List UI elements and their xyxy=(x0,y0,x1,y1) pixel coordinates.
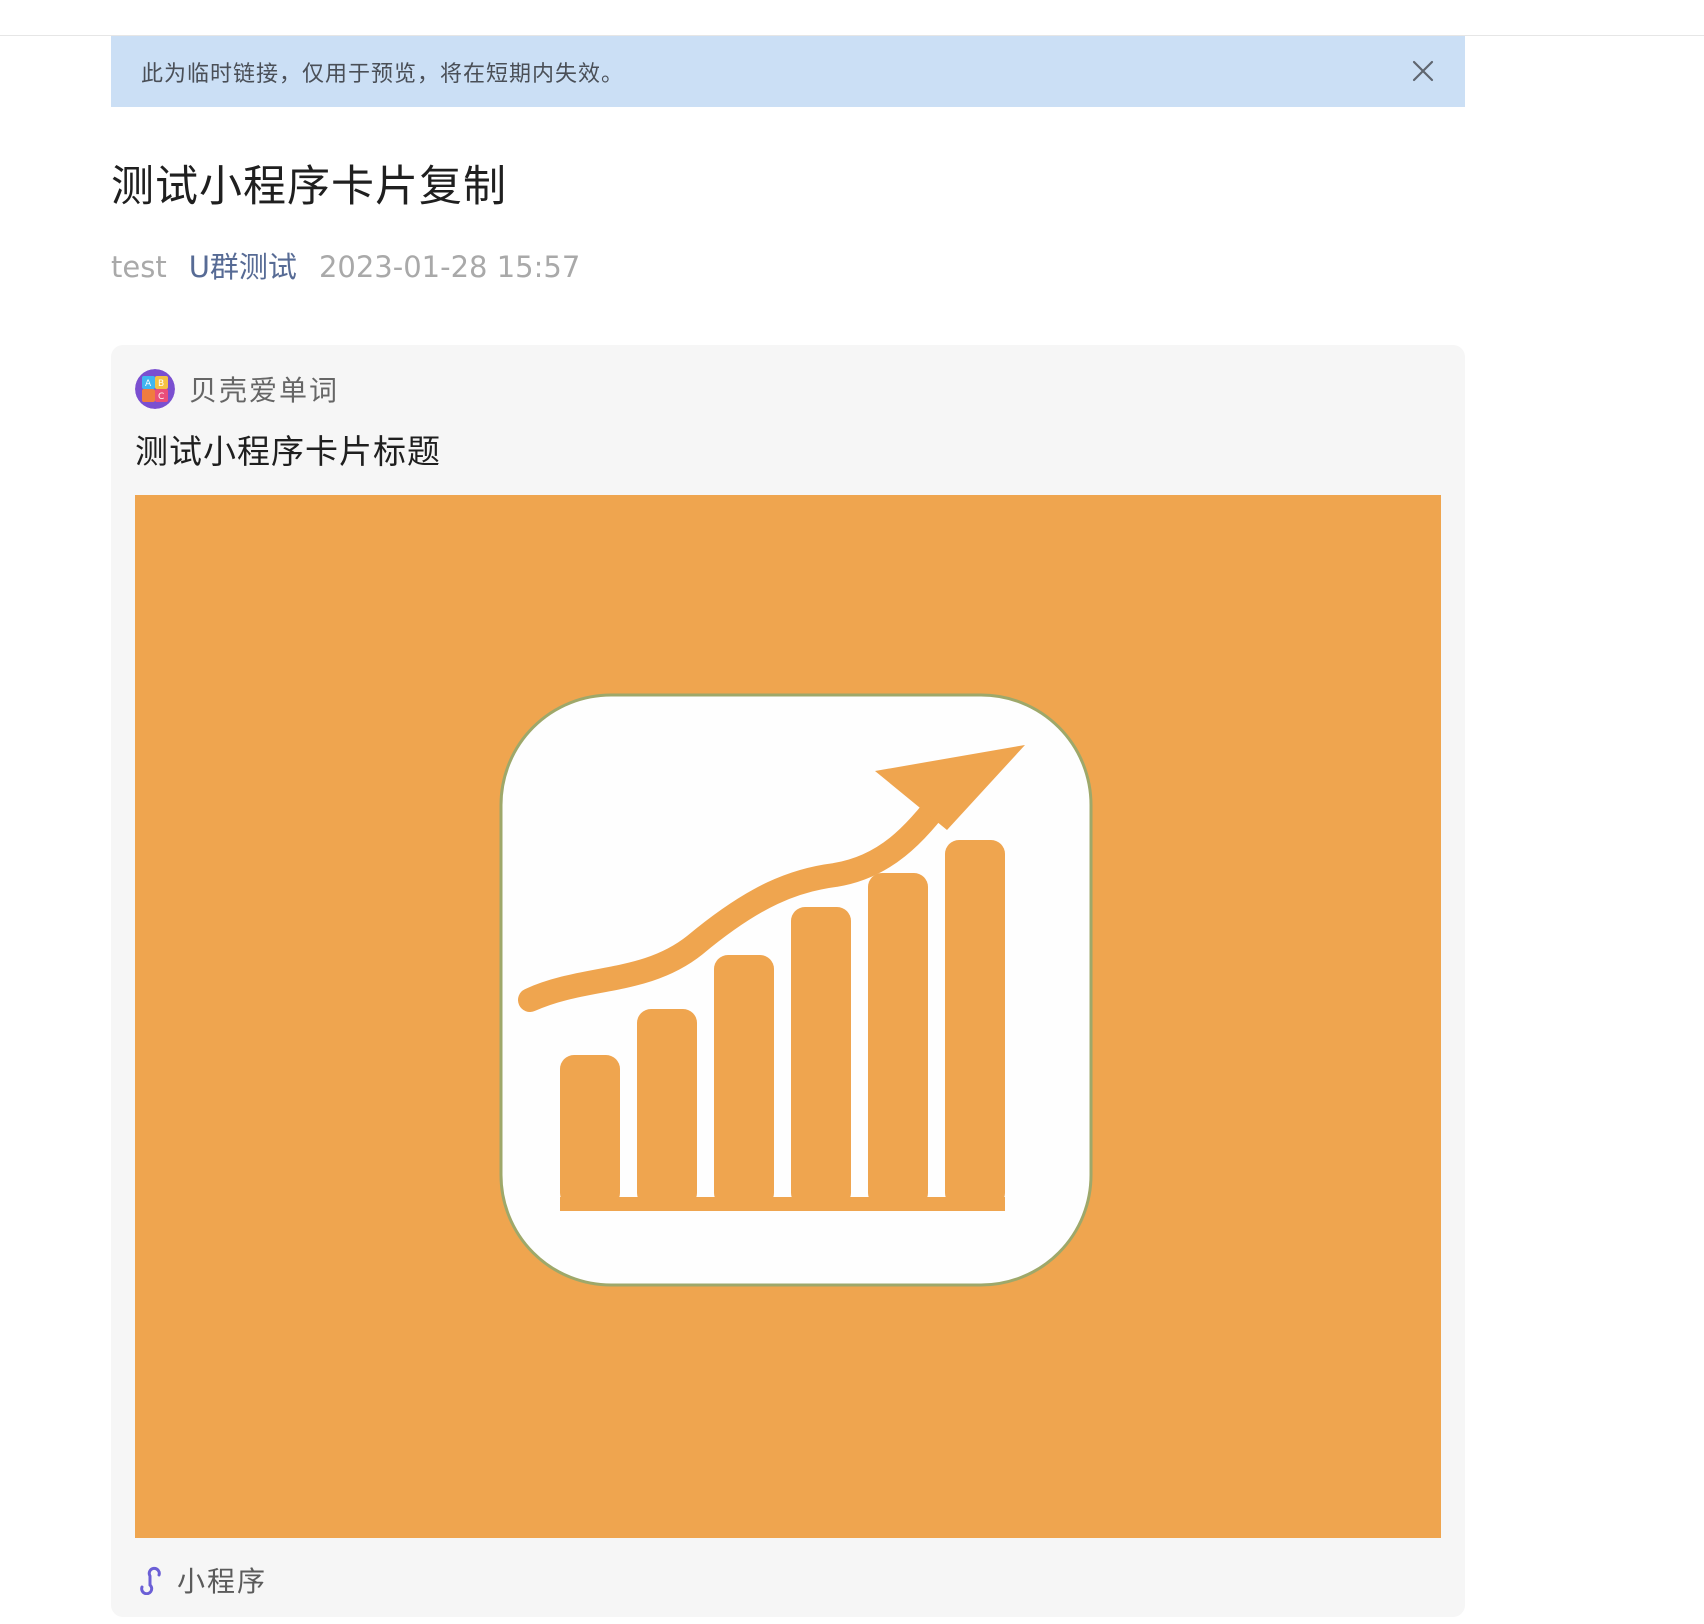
growth-chart-icon xyxy=(499,693,1093,1287)
miniprogram-link-icon xyxy=(140,1566,161,1595)
card-header: A B C 贝壳爱单词 xyxy=(135,369,339,409)
svg-text:B: B xyxy=(158,379,164,389)
svg-text:C: C xyxy=(158,392,164,402)
miniprogram-label: 小程序 xyxy=(177,1565,268,1598)
card-title: 测试小程序卡片标题 xyxy=(135,432,441,471)
card-footer: 小程序 xyxy=(137,1560,267,1600)
top-bar xyxy=(0,0,1704,36)
page-title: 测试小程序卡片复制 xyxy=(111,162,507,212)
preview-notice-banner: 此为临时链接，仅用于预览，将在短期内失效。 xyxy=(111,36,1465,107)
app-name: 贝壳爱单词 xyxy=(189,374,340,407)
svg-text:A: A xyxy=(145,379,152,389)
article-meta: test U群测试 2023-01-28 15:57 xyxy=(111,244,580,286)
publish-time: 2023-01-28 15:57 xyxy=(318,250,581,284)
notice-text: 此为临时链接，仅用于预览，将在短期内失效。 xyxy=(141,61,625,87)
close-icon[interactable] xyxy=(1411,59,1435,83)
card-cover-image xyxy=(135,495,1441,1538)
app-avatar-icon: A B C xyxy=(135,369,175,409)
miniprogram-card[interactable]: A B C 贝壳爱单词 测试小程序卡片标题 小程序 xyxy=(111,345,1465,1617)
group-link[interactable]: U群测试 xyxy=(189,244,297,286)
author-name: test xyxy=(111,250,167,284)
